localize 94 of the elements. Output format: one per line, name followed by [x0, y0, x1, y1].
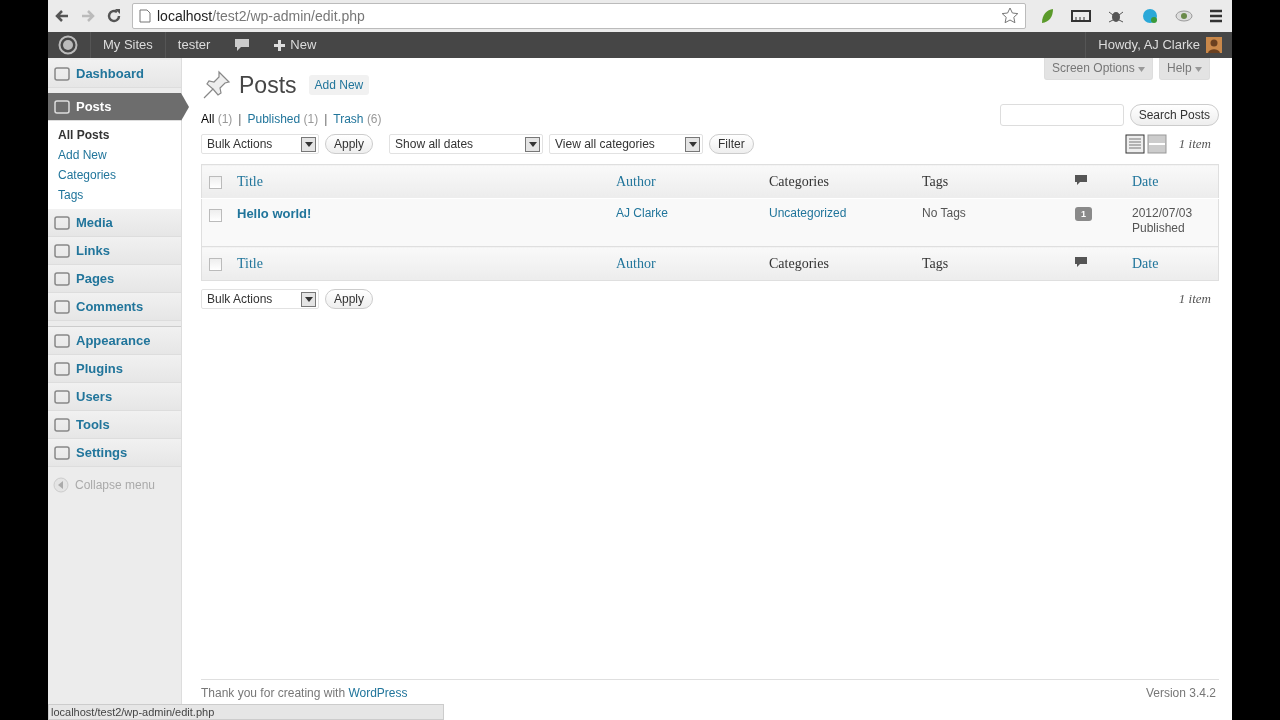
- caret-icon: [688, 142, 697, 147]
- square-icon: [53, 214, 71, 231]
- caret-icon: [1138, 67, 1145, 72]
- column-header[interactable]: Categories: [769, 173, 829, 189]
- square-icon: [53, 444, 71, 461]
- column-header[interactable]: Categories: [769, 255, 829, 271]
- comment-icon[interactable]: [1075, 174, 1087, 186]
- select-all-checkbox[interactable]: [209, 257, 222, 271]
- avatar-icon[interactable]: [1206, 37, 1222, 53]
- leaf-icon[interactable]: [1039, 8, 1055, 24]
- menu-icon[interactable]: [1209, 9, 1223, 23]
- star-icon[interactable]: [1001, 7, 1019, 25]
- square-icon: [53, 242, 71, 259]
- help-tab[interactable]: Help: [1159, 58, 1210, 80]
- separator: |: [238, 112, 242, 126]
- menu-item[interactable]: Media: [48, 209, 181, 237]
- post-title-link[interactable]: Hello world!: [237, 206, 312, 221]
- view-mode-icon[interactable]: [1124, 134, 1145, 154]
- tags-cell: No Tags: [922, 206, 966, 220]
- view-mode-icon[interactable]: [1146, 134, 1167, 154]
- comment-icon[interactable]: [1075, 256, 1087, 268]
- menu-item[interactable]: Links: [48, 237, 181, 265]
- row-checkbox[interactable]: [209, 209, 222, 223]
- square-icon: [53, 360, 71, 377]
- new-link[interactable]: New: [285, 32, 329, 58]
- version-text: Version 3.4.2: [1145, 686, 1216, 700]
- submenu-item[interactable]: Add New: [48, 145, 181, 165]
- submenu-item[interactable]: All Posts: [48, 125, 181, 145]
- caret-icon: [528, 142, 537, 147]
- dates-dropdown[interactable]: Show all dates: [389, 134, 544, 154]
- select-all-checkbox[interactable]: [209, 175, 222, 189]
- column-header[interactable]: Title: [237, 255, 263, 271]
- submenu-item[interactable]: Tags: [48, 185, 181, 205]
- search-field[interactable]: [999, 104, 1124, 126]
- square-icon: [53, 298, 71, 315]
- item-count: 1 item: [1178, 136, 1212, 152]
- bulk-actions-dropdown[interactable]: Bulk Actions: [201, 134, 319, 154]
- author-link[interactable]: AJ Clarke: [616, 206, 668, 220]
- square-icon: [53, 270, 71, 287]
- status-url-bubble: localhost/test2/wp-admin/edit.php: [48, 704, 444, 720]
- menu-item[interactable]: Users: [48, 383, 181, 411]
- date-cell-text: 2012/07/03: [1132, 206, 1194, 221]
- comment-count-badge[interactable]: 1: [1075, 207, 1092, 221]
- screen-options-tab[interactable]: Screen Options: [1043, 58, 1153, 80]
- square-icon: [53, 416, 71, 433]
- menu-item[interactable]: Posts: [48, 93, 189, 121]
- caret-icon: [304, 297, 313, 302]
- page-title: Posts: [239, 71, 297, 99]
- separator: |: [324, 112, 328, 126]
- search-button[interactable]: Search Posts: [1129, 104, 1219, 126]
- categories-dropdown[interactable]: View all categories: [549, 134, 704, 154]
- page-icon: [139, 9, 151, 23]
- status-cell-text: Published: [1132, 221, 1186, 236]
- filter-link[interactable]: Published (1): [247, 112, 319, 126]
- square-icon: [53, 332, 71, 349]
- menu-item[interactable]: Plugins: [48, 355, 181, 383]
- category-link[interactable]: Uncategorized: [769, 206, 847, 220]
- column-header[interactable]: Tags: [922, 255, 949, 271]
- reload-icon[interactable]: [106, 8, 122, 24]
- footer-text: Thank you for creating with WordPress: [201, 686, 408, 700]
- wordpress-link[interactable]: WordPress: [348, 686, 408, 700]
- column-header[interactable]: Title: [237, 173, 263, 189]
- back-icon[interactable]: [54, 8, 70, 24]
- column-header[interactable]: Author: [616, 173, 656, 189]
- menu-item[interactable]: Pages: [48, 265, 181, 293]
- menu-item[interactable]: Settings: [48, 439, 181, 467]
- column-header[interactable]: Date: [1132, 173, 1159, 189]
- submenu-item[interactable]: Categories: [48, 165, 181, 185]
- caret-icon: [304, 142, 313, 147]
- filter-link[interactable]: Trash (6): [333, 112, 382, 126]
- caret-icon: [1195, 67, 1202, 72]
- ruler-icon[interactable]: [1071, 9, 1091, 23]
- logo-icon[interactable]: [58, 35, 78, 55]
- menu-item[interactable]: Dashboard: [48, 60, 181, 88]
- eye-icon[interactable]: [1175, 9, 1193, 23]
- apply-button[interactable]: Apply: [325, 289, 374, 309]
- menu-item[interactable]: Tools: [48, 411, 181, 439]
- column-header[interactable]: Date: [1132, 255, 1159, 271]
- apply-button[interactable]: Apply: [325, 134, 374, 154]
- column-header[interactable]: Tags: [922, 173, 949, 189]
- pushpin-icon: [201, 70, 231, 100]
- square-icon: [53, 388, 71, 405]
- bulk-actions-dropdown[interactable]: Bulk Actions: [201, 289, 319, 309]
- address-bar[interactable]: localhost/test2/wp-admin/edit.php: [132, 3, 1026, 29]
- menu-item[interactable]: Appearance: [48, 326, 181, 355]
- square-icon: [53, 65, 71, 82]
- plus-icon[interactable]: [274, 39, 286, 51]
- add-new-button[interactable]: Add New: [308, 75, 370, 95]
- filter-button[interactable]: Filter: [709, 134, 754, 154]
- filter-link[interactable]: All (1): [201, 112, 233, 126]
- item-count: 1 item: [1178, 291, 1212, 307]
- menu-item[interactable]: Comments: [48, 293, 181, 321]
- column-header[interactable]: Author: [616, 255, 656, 271]
- square-icon: [53, 98, 71, 115]
